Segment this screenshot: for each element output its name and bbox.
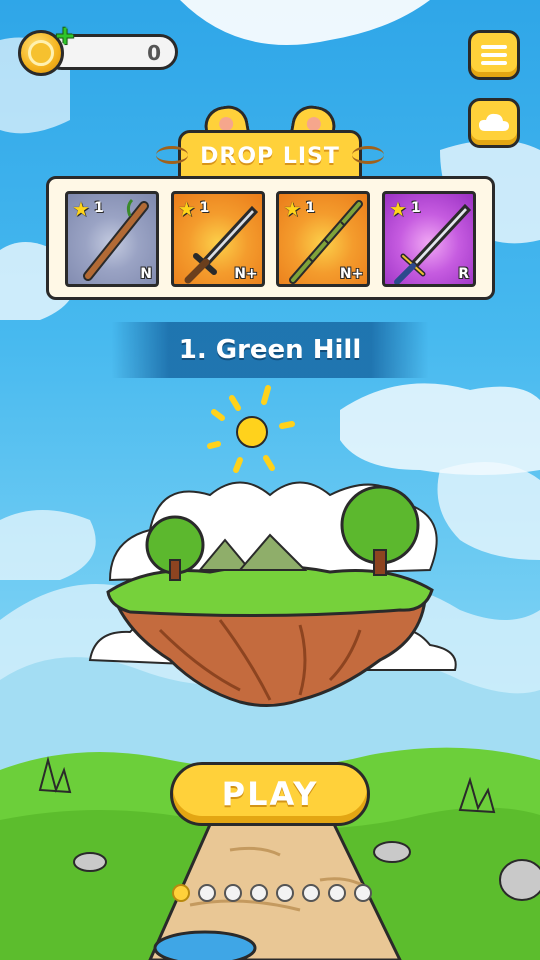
whisker-left: [156, 146, 188, 164]
drop-list-title: DROP LIST: [200, 143, 340, 169]
card-rarity: N: [140, 266, 152, 282]
card-rarity: N+: [234, 266, 258, 282]
page-dot[interactable]: [354, 884, 372, 902]
drop-list-tab: DROP LIST: [178, 130, 362, 182]
card-star-count: 1: [410, 200, 421, 216]
page-dot[interactable]: [198, 884, 216, 902]
sun-icon: [207, 385, 295, 473]
page-dot[interactable]: [302, 884, 320, 902]
stage-banner: 1. Green Hill: [112, 322, 428, 378]
page-dot[interactable]: [172, 884, 190, 902]
page-dot[interactable]: [250, 884, 268, 902]
card-star-count: 1: [199, 200, 210, 216]
card-star-count: 1: [94, 200, 104, 216]
coin-counter[interactable]: 0 +: [18, 23, 178, 76]
page-dot[interactable]: [328, 884, 346, 902]
page-dot[interactable]: [224, 884, 242, 902]
page-dot[interactable]: [276, 884, 294, 902]
menu-icon: [481, 41, 507, 69]
drop-item-bamboo-spear[interactable]: ★ 1 N+: [276, 191, 371, 287]
stage-pagination: [172, 884, 372, 902]
plus-icon[interactable]: +: [54, 23, 76, 49]
play-button[interactable]: PLAY: [170, 762, 370, 826]
whisker-right: [352, 146, 384, 164]
drop-item-wooden-staff[interactable]: ★ 1 N: [65, 191, 159, 287]
drop-item-short-sword[interactable]: ★ 1 N+: [170, 191, 265, 287]
card-rarity: N+: [339, 266, 364, 282]
star-icon: ★: [388, 197, 407, 221]
cloud-button[interactable]: [468, 98, 520, 148]
drop-item-long-sword[interactable]: ★ 1 R: [381, 191, 476, 287]
play-label: PLAY: [221, 775, 319, 813]
cloud-icon: [479, 113, 509, 131]
star-icon: ★: [72, 197, 90, 221]
drop-list-header: DROP LIST: [156, 102, 384, 182]
stage-title: 1. Green Hill: [178, 335, 362, 365]
coin-count: 0: [147, 41, 161, 65]
menu-button[interactable]: [468, 30, 520, 80]
card-star-count: 1: [305, 200, 316, 216]
star-icon: ★: [283, 197, 302, 221]
card-rarity: R: [458, 266, 469, 282]
drop-list-panel: ★ 1 N ★ 1 N+ ★ 1 N+ ★ 1 R: [46, 176, 495, 300]
star-icon: ★: [177, 197, 196, 221]
